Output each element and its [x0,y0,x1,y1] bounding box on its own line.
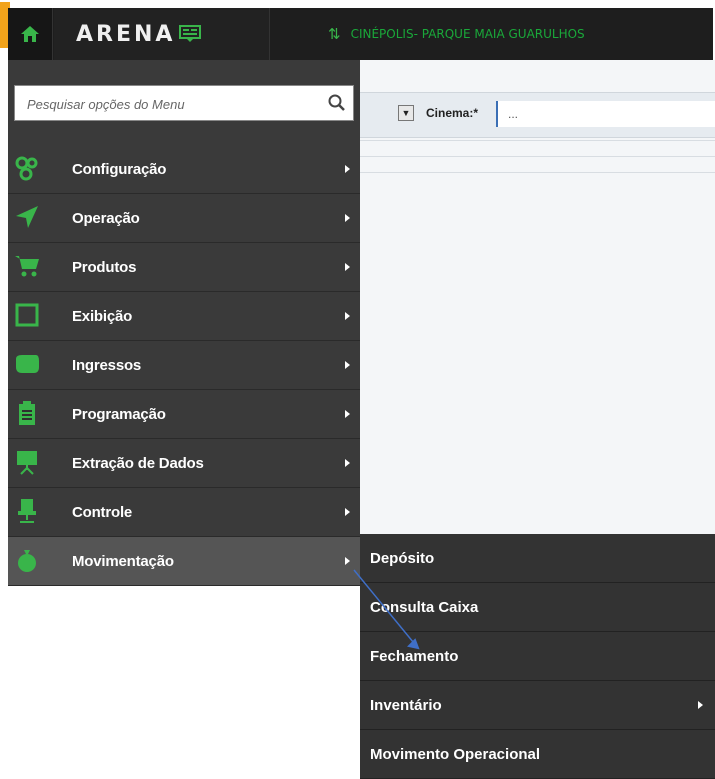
sidebar: Configuração Operação Produtos Exibição [8,60,360,586]
submenu-item-fechamento[interactable]: Fechamento [360,632,715,681]
cinema-label: Cinema:* [426,106,479,120]
submenu-item-label: Consulta Caixa [370,598,479,616]
cinema-dropdown-button[interactable]: ▼ [398,105,414,121]
menu-item-label: Programação [72,405,166,423]
submenu-item-label: Inventário [370,696,442,714]
menu-item-produtos[interactable]: Produtos [8,243,360,292]
menu-item-label: Movimentação [72,552,174,570]
submenu-item-deposito[interactable]: Depósito [360,534,715,583]
brand-logo[interactable]: ARENA [54,8,270,60]
money-bag-icon [18,550,36,572]
filter-row: ▼ Cinema:* ... [360,92,715,138]
menu-item-label: Ingressos [72,356,142,374]
submenu-item-label: Fechamento [370,647,459,665]
search-input[interactable] [15,86,339,122]
menu-item-movimentacao[interactable]: Movimentação [8,537,360,586]
menu-item-controle[interactable]: Controle [8,488,360,537]
caret-right-icon [345,312,350,320]
presentation-board-icon [17,451,37,475]
home-button[interactable] [8,8,53,60]
cinema-field[interactable]: ... [496,101,715,127]
menu-search [14,85,354,122]
menu-item-programacao[interactable]: Programação [8,390,360,439]
submenu-item-consulta-caixa[interactable]: Consulta Caixa [360,583,715,632]
caret-right-icon [345,557,350,565]
chair-icon [18,499,36,523]
swap-arrows-icon: ⇅ [328,26,341,43]
home-icon [21,26,39,42]
caret-right-icon [345,459,350,467]
brand-name: ARENA [76,21,176,47]
submenu-item-inventario[interactable]: Inventário [360,681,715,730]
menu-item-label: Configuração [72,160,167,178]
menu-item-label: Controle [72,503,133,521]
menu-item-label: Exibição [72,307,133,325]
submenu-item-label: Depósito [370,549,435,567]
caret-right-icon [345,508,350,516]
search-icon[interactable] [327,93,347,113]
content-area: ▼ Cinema:* ... [360,60,715,534]
caret-right-icon [345,214,350,222]
submenu-movimentacao: Depósito Consulta Caixa Fechamento Inven… [360,534,715,779]
gears-icon [15,156,38,181]
menu-item-extracao-de-dados[interactable]: Extração de Dados [8,439,360,488]
caret-right-icon [345,165,350,173]
top-bar: ARENA ⇅ CINÉPOLIS- PARQUE MAIA GUARULHOS [8,8,713,61]
caret-right-icon [698,701,703,709]
submenu-item-movimento-operacional[interactable]: Movimento Operacional [360,730,715,779]
top-accent [0,0,715,48]
brand-mark-icon [179,25,202,42]
cart-icon [15,256,39,277]
cinema-name: CINÉPOLIS- PARQUE MAIA GUARULHOS [350,27,585,41]
menu-item-operacao[interactable]: Operação [8,194,360,243]
ticket-icon [16,355,39,373]
submenu-item-label: Movimento Operacional [370,745,541,763]
divider [360,172,715,173]
caret-right-icon [345,361,350,369]
screen-frame-icon [15,303,39,327]
menu-item-exibicao[interactable]: Exibição [8,292,360,341]
clipboard-icon [19,401,35,425]
menu-item-ingressos[interactable]: Ingressos [8,341,360,390]
divider [360,156,715,157]
menu-item-label: Extração de Dados [72,454,204,472]
caret-right-icon [345,263,350,271]
divider [360,140,715,141]
main-menu: Configuração Operação Produtos Exibição [8,145,360,586]
send-arrow-icon [16,206,38,228]
menu-item-configuracao[interactable]: Configuração [8,145,360,194]
chevron-down-icon: ▼ [401,108,411,118]
menu-item-label: Produtos [72,258,137,276]
current-cinema[interactable]: ⇅ CINÉPOLIS- PARQUE MAIA GUARULHOS [328,8,585,60]
menu-item-label: Operação [72,209,140,227]
caret-right-icon [345,410,350,418]
